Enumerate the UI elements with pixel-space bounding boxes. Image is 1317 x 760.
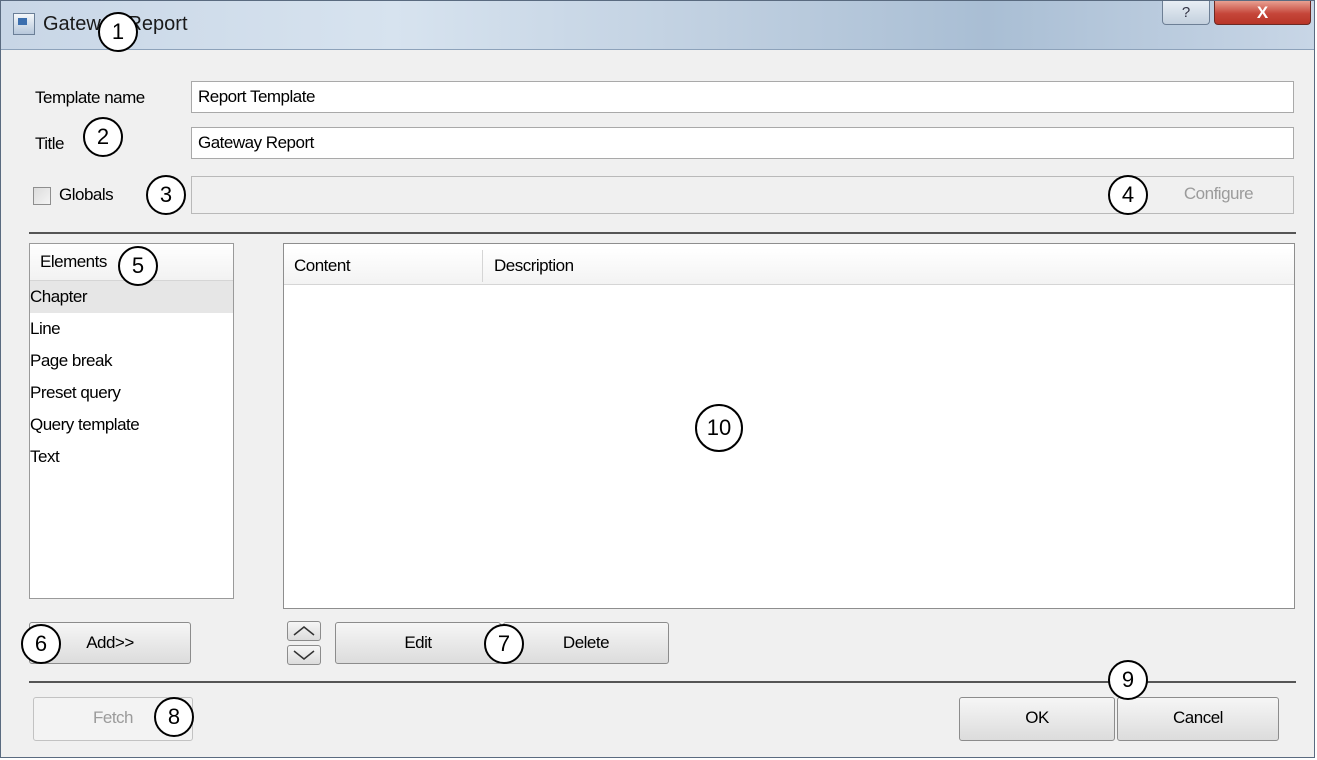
list-item-text[interactable]: Text — [30, 441, 233, 473]
column-content[interactable]: Content — [294, 248, 351, 284]
column-divider[interactable] — [482, 250, 483, 282]
close-button[interactable]: X — [1214, 1, 1311, 25]
move-up-button[interactable] — [287, 621, 321, 641]
template-name-label: Template name — [35, 88, 145, 107]
grid-header: Content Description — [284, 248, 1294, 285]
callout-9: 9 — [1108, 660, 1148, 700]
list-item-page-break[interactable]: Page break — [30, 345, 233, 377]
title-bar[interactable]: Gateway Report ? X — [1, 1, 1314, 50]
column-description[interactable]: Description — [494, 248, 574, 284]
callout-10: 10 — [695, 404, 743, 452]
cancel-button[interactable]: Cancel — [1117, 697, 1279, 741]
move-down-button[interactable] — [287, 645, 321, 665]
chevron-down-icon — [293, 650, 315, 660]
callout-2: 2 — [83, 117, 123, 157]
globals-label: Globals — [59, 185, 114, 204]
template-name-field[interactable]: Report Template — [191, 81, 1294, 113]
configure-button[interactable]: Configure — [1151, 176, 1286, 214]
callout-6: 6 — [21, 624, 61, 664]
elements-list[interactable]: Elements Chapter Line Page break Preset … — [29, 243, 234, 599]
list-item-chapter[interactable]: Chapter — [30, 281, 233, 313]
content-grid[interactable]: Content Description — [283, 243, 1295, 609]
ok-button[interactable]: OK — [959, 697, 1115, 741]
list-item-preset-query[interactable]: Preset query — [30, 377, 233, 409]
callout-5: 5 — [118, 246, 158, 286]
separator-bottom — [29, 681, 1296, 683]
title-label: Title — [35, 134, 65, 153]
callout-8: 8 — [154, 697, 194, 737]
chevron-up-icon — [293, 626, 315, 636]
separator-top — [29, 232, 1296, 234]
callout-1: 1 — [98, 12, 138, 52]
delete-button[interactable]: Delete — [503, 622, 669, 664]
globals-checkbox[interactable] — [33, 187, 51, 205]
callout-3: 3 — [146, 175, 186, 215]
list-item-query-template[interactable]: Query template — [30, 409, 233, 441]
help-button[interactable]: ? — [1162, 1, 1210, 25]
gateway-report-dialog: Gateway Report ? X Template name Report … — [0, 0, 1315, 758]
callout-7: 7 — [484, 624, 524, 664]
list-item-line[interactable]: Line — [30, 313, 233, 345]
edit-button[interactable]: Edit — [335, 622, 501, 664]
callout-4: 4 — [1108, 175, 1148, 215]
title-field[interactable]: Gateway Report — [191, 127, 1294, 159]
report-app-icon — [13, 13, 35, 35]
